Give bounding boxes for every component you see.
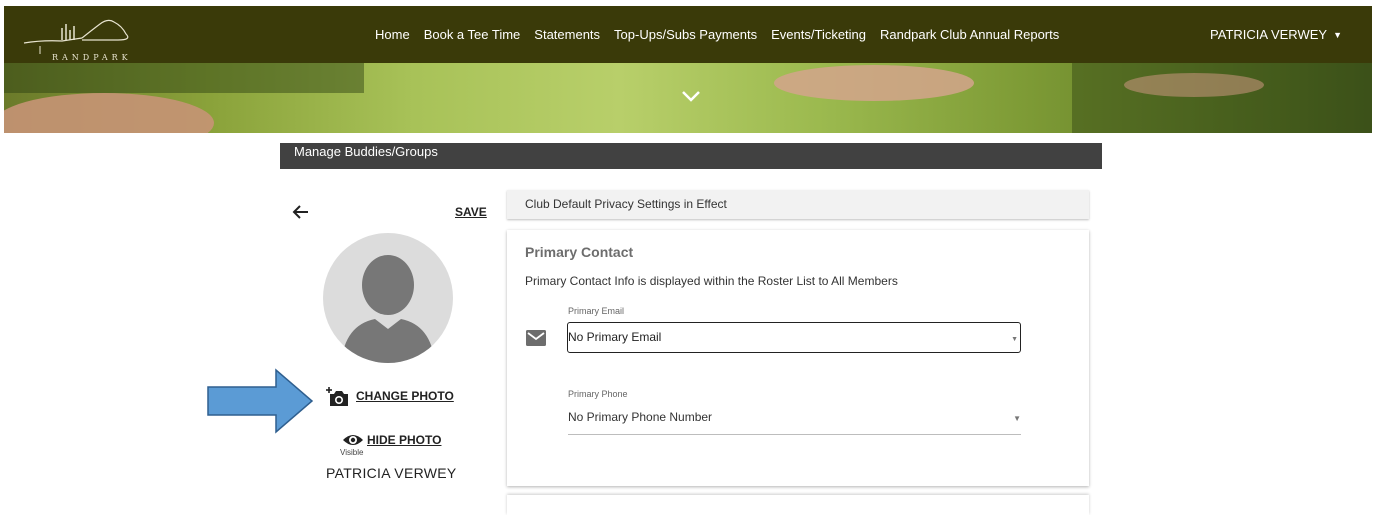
eye-icon[interactable] bbox=[342, 432, 364, 448]
photo-visibility-status: Visible bbox=[340, 448, 364, 457]
primary-email-label: Primary Email bbox=[568, 306, 625, 316]
person-silhouette-icon bbox=[341, 255, 435, 363]
card-description: Primary Contact Info is displayed within… bbox=[525, 274, 898, 288]
caret-down-icon: ▼ bbox=[1333, 29, 1342, 40]
banner-shade bbox=[4, 63, 364, 93]
change-photo-button[interactable]: CHANGE PHOTO bbox=[356, 389, 454, 403]
dropdown-arrow-icon: ▼ bbox=[1011, 336, 1018, 343]
add-camera-icon[interactable] bbox=[326, 386, 350, 408]
avatar bbox=[323, 233, 453, 363]
primary-email-select[interactable]: No Primary Email ▼ bbox=[567, 322, 1021, 353]
section-title-bar: Manage Buddies/Groups bbox=[280, 143, 1102, 169]
privacy-notice-bar: Club Default Privacy Settings in Effect bbox=[507, 190, 1089, 219]
nav-home[interactable]: Home bbox=[375, 27, 410, 42]
user-name: PATRICIA VERWEY bbox=[1210, 27, 1328, 42]
nav-annual-reports[interactable]: Randpark Club Annual Reports bbox=[880, 27, 1059, 42]
primary-phone-label: Primary Phone bbox=[568, 389, 628, 399]
privacy-notice-text: Club Default Privacy Settings in Effect bbox=[525, 197, 727, 211]
golf-course-banner bbox=[4, 63, 1372, 133]
primary-email-value: No Primary Email bbox=[568, 330, 662, 344]
primary-phone-select[interactable]: No Primary Phone Number ▼ bbox=[568, 410, 1021, 435]
randpark-logo[interactable]: RANDPARK bbox=[22, 10, 152, 62]
bunker-shape bbox=[774, 65, 974, 101]
top-nav-bar: RANDPARK Home Book a Tee Time Statements… bbox=[4, 6, 1372, 63]
nav-statements[interactable]: Statements bbox=[534, 27, 600, 42]
nav-book-tee-time[interactable]: Book a Tee Time bbox=[424, 27, 521, 42]
main-menu: Home Book a Tee Time Statements Top-Ups/… bbox=[375, 6, 1073, 63]
bunker-shape bbox=[1124, 73, 1264, 97]
section-title: Manage Buddies/Groups bbox=[294, 144, 438, 159]
nav-events-ticketing[interactable]: Events/Ticketing bbox=[771, 27, 866, 42]
primary-contact-card: Primary Contact Primary Contact Info is … bbox=[507, 230, 1089, 486]
dropdown-arrow-icon: ▼ bbox=[1013, 414, 1021, 423]
nav-top-ups-subs-payments[interactable]: Top-Ups/Subs Payments bbox=[614, 27, 757, 42]
blue-arrow-right-icon bbox=[207, 368, 314, 434]
hide-photo-button[interactable]: HIDE PHOTO bbox=[367, 433, 441, 447]
chevron-down-icon[interactable] bbox=[680, 85, 702, 107]
save-button[interactable]: SAVE bbox=[455, 205, 487, 219]
card-title: Primary Contact bbox=[525, 244, 634, 260]
arrow-left-icon[interactable] bbox=[291, 202, 311, 222]
mail-icon bbox=[526, 330, 546, 346]
member-name: PATRICIA VERWEY bbox=[326, 465, 457, 481]
bunker-shape bbox=[4, 93, 214, 133]
next-card bbox=[507, 495, 1089, 515]
logo-text: RANDPARK bbox=[52, 53, 132, 62]
primary-phone-value: No Primary Phone Number bbox=[568, 410, 713, 424]
user-menu[interactable]: PATRICIA VERWEY ▼ bbox=[1210, 6, 1342, 63]
